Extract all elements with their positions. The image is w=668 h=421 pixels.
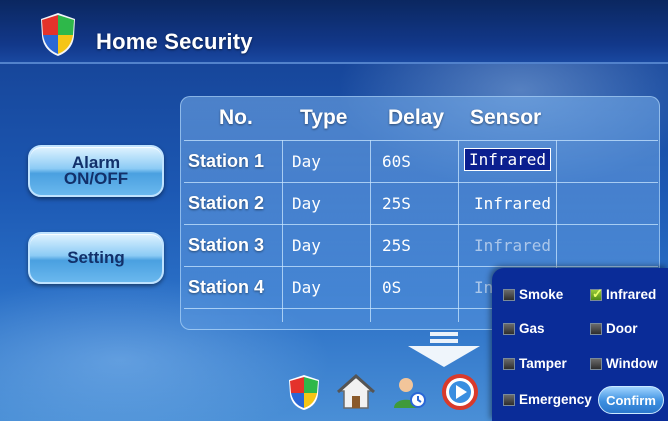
- station-label: Station 3: [188, 235, 265, 255]
- checkbox-box[interactable]: [503, 322, 515, 335]
- checkbox-label: Tamper: [519, 356, 567, 371]
- checkbox-door[interactable]: Door: [590, 321, 638, 336]
- user-icon[interactable]: [388, 372, 428, 412]
- checkbox-box[interactable]: [503, 288, 515, 301]
- shield-logo-icon: [41, 13, 75, 56]
- table-divider: [184, 182, 658, 183]
- column-header-delay: Delay: [388, 106, 445, 129]
- delay-cell[interactable]: 60S: [382, 152, 411, 171]
- type-cell[interactable]: Day: [292, 152, 321, 171]
- checkbox-box-checked[interactable]: [590, 286, 603, 302]
- table-column-divider: [282, 140, 283, 322]
- checkbox-emergency[interactable]: Emergency: [503, 392, 592, 407]
- confirm-button[interactable]: Confirm: [598, 386, 664, 414]
- table-divider: [184, 266, 658, 267]
- column-header-type: Type: [300, 106, 348, 129]
- checkbox-label: Emergency: [519, 392, 592, 407]
- checkbox-label: Smoke: [519, 287, 564, 302]
- app-screen: Home Security Alarm ON/OFF Setting No. T…: [0, 0, 668, 421]
- checkbox-smoke[interactable]: Smoke: [503, 287, 563, 302]
- delay-cell[interactable]: 0S: [382, 278, 401, 297]
- table-divider: [184, 140, 658, 141]
- sensor-cell[interactable]: Infrared: [474, 194, 551, 213]
- shield-icon[interactable]: [284, 372, 324, 412]
- type-cell[interactable]: Day: [292, 194, 321, 213]
- delay-cell[interactable]: 25S: [382, 236, 411, 255]
- alarm-toggle-label: Alarm ON/OFF: [63, 153, 129, 188]
- play-icon[interactable]: [440, 372, 480, 412]
- checkbox-gas[interactable]: Gas: [503, 321, 545, 336]
- column-header-sensor: Sensor: [470, 106, 542, 129]
- app-title: Home Security: [96, 29, 253, 54]
- checkbox-label: Gas: [519, 321, 545, 336]
- checkbox-tamper[interactable]: Tamper: [503, 356, 567, 371]
- checkbox-label: Infrared: [606, 287, 657, 302]
- checkbox-box[interactable]: [503, 393, 515, 406]
- checkbox-label: Door: [606, 321, 638, 336]
- type-cell[interactable]: Day: [292, 236, 321, 255]
- station-label: Station 2: [188, 193, 265, 213]
- table-divider: [184, 224, 658, 225]
- station-label: Station 4: [188, 277, 265, 297]
- setting-label: Setting: [67, 248, 125, 267]
- checkbox-box[interactable]: [590, 322, 602, 335]
- setting-button[interactable]: Setting: [28, 232, 164, 284]
- station-label: Station 1: [188, 151, 265, 171]
- table-column-divider: [458, 140, 459, 322]
- sensor-cell[interactable]: In: [474, 278, 493, 297]
- delay-cell[interactable]: 25S: [382, 194, 411, 213]
- scroll-down-arrow-icon[interactable]: [404, 332, 484, 368]
- column-header-no: No.: [219, 106, 253, 129]
- checkbox-window[interactable]: Window: [590, 356, 658, 371]
- sensor-cell-selected[interactable]: Infrared: [464, 148, 552, 171]
- table-column-divider: [370, 140, 371, 322]
- checkbox-box[interactable]: [503, 357, 515, 370]
- checkbox-box[interactable]: [590, 357, 602, 370]
- home-icon[interactable]: [336, 372, 376, 412]
- alarm-toggle-button[interactable]: Alarm ON/OFF: [28, 145, 164, 197]
- checkbox-infrared[interactable]: Infrared: [590, 286, 657, 302]
- type-cell[interactable]: Day: [292, 278, 321, 297]
- header-bar: Home Security: [0, 0, 668, 64]
- checkbox-label: Window: [606, 356, 658, 371]
- sensor-cell[interactable]: Infrared: [474, 236, 551, 255]
